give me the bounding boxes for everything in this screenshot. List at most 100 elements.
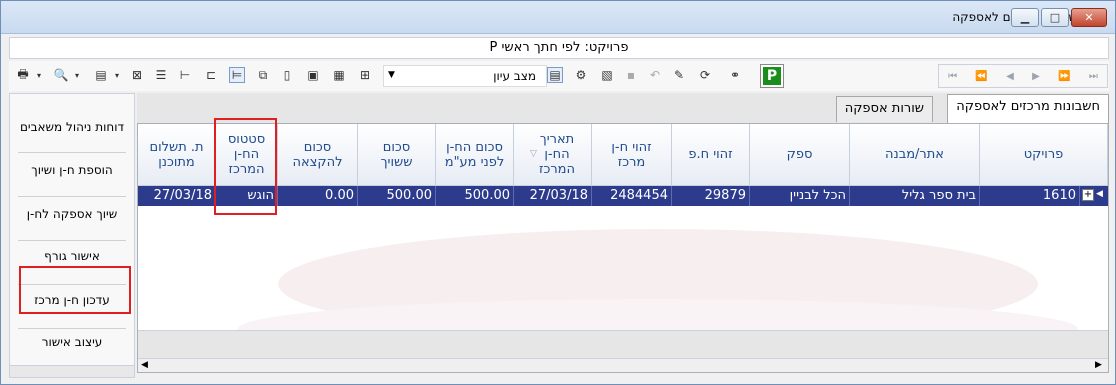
sidebar-item-label: אישור גורף bbox=[44, 249, 100, 263]
sidebar-item-label: עדכון ח-ן מרכז bbox=[34, 293, 110, 307]
record-navigator: ⏮ ⏪ ◀ ▶ ⏩ ⏭ bbox=[938, 64, 1108, 88]
cell-supplier-id: 29879 bbox=[672, 186, 750, 206]
last-record-icon[interactable]: ⏭ bbox=[1089, 71, 1098, 82]
header-label: סטטוס הח-ן המרכז bbox=[227, 132, 266, 177]
header-label: סכום להקצאה bbox=[292, 139, 343, 170]
column-header-invoice-id[interactable]: זהוי ח-ן מרכז bbox=[592, 124, 672, 186]
print-dropdown-icon[interactable]: ▾ bbox=[31, 67, 47, 83]
print-icon[interactable]: 🖶 bbox=[15, 67, 31, 83]
view-mode-select[interactable]: ▼ מצב עיון bbox=[383, 65, 547, 87]
cell-amount-to-allocate: 0.00 bbox=[278, 186, 358, 206]
document-icon[interactable]: ▣ bbox=[305, 67, 321, 83]
next-record-icon[interactable]: ▶ bbox=[1032, 71, 1040, 82]
sidebar-item-update-invoice[interactable]: עדכון ח-ן מרכז bbox=[10, 278, 134, 322]
sidebar-item-label: דוחות ניהול משאבים bbox=[19, 120, 125, 134]
header-label: ספק bbox=[786, 147, 813, 162]
tools-icon[interactable]: ✎ bbox=[671, 67, 687, 83]
sidebar-item-label: שיוך אספקה לח-ן bbox=[26, 207, 118, 221]
expand-row-icon[interactable]: + bbox=[1082, 189, 1094, 201]
header-label: סכום הח-ן לפני מע"מ bbox=[444, 139, 505, 170]
copy-icon[interactable]: ⧉ bbox=[255, 67, 271, 83]
horizontal-scrollbar[interactable]: ◀ ▶ bbox=[138, 358, 1108, 372]
scroll-right-icon[interactable]: ▶ bbox=[1095, 359, 1102, 372]
grid-summary-bar bbox=[138, 330, 1108, 358]
close-button[interactable]: ✕ bbox=[1071, 8, 1107, 27]
columns-icon[interactable]: ☰ bbox=[153, 67, 169, 83]
tab-supply-lines[interactable]: שורות אספקה bbox=[835, 96, 933, 122]
column-header-amount-linked[interactable]: סכום ששויך bbox=[358, 124, 436, 186]
prev-record-icon[interactable]: ◀ bbox=[1006, 71, 1014, 82]
calc-icon[interactable]: ▦ bbox=[331, 67, 347, 83]
column-header-supplier[interactable]: ספק bbox=[750, 124, 850, 186]
sidebar-item-label: עיצוב אישור bbox=[41, 335, 103, 349]
sidebar-item-bulk-approve[interactable]: אישור גורף bbox=[10, 234, 134, 278]
save-icon[interactable]: ▪ bbox=[623, 67, 639, 83]
preview-dropdown-icon[interactable]: ▾ bbox=[69, 67, 85, 83]
undo-icon[interactable]: ↶ bbox=[647, 67, 663, 83]
settings-doc-icon[interactable]: ⚙ bbox=[573, 67, 589, 83]
sidebar-item-approval-design[interactable]: עיצוב אישור bbox=[10, 320, 134, 364]
cell-status: הוגש bbox=[216, 186, 278, 206]
scroll-left-icon[interactable]: ◀ bbox=[141, 359, 148, 372]
column-header-payment-date[interactable]: ת. תשלום מתוכנן bbox=[138, 124, 216, 186]
maximize-button[interactable]: □ bbox=[1041, 8, 1069, 27]
p-label: P bbox=[763, 67, 781, 85]
cell-payment-date: 27/03/18 bbox=[138, 186, 216, 206]
table-row[interactable]: ◀ + 1610 בית ספר גליל הכל לבניין 29879 2… bbox=[138, 186, 1108, 206]
tab-label: חשבונות מרכזים לאספקה bbox=[956, 99, 1100, 114]
cell-amount-linked: 500.00 bbox=[358, 186, 436, 206]
sidebar-scrollbar[interactable] bbox=[10, 365, 134, 377]
cell-project: 1610 bbox=[980, 186, 1080, 206]
filter-icon[interactable]: ⊨ bbox=[229, 67, 245, 83]
preview-icon[interactable]: 🔍 bbox=[53, 67, 69, 83]
refresh-icon[interactable]: ⟳ bbox=[697, 67, 713, 83]
export-dropdown-icon[interactable]: ▾ bbox=[109, 67, 125, 83]
header-label: סכום ששויך bbox=[380, 139, 413, 170]
tree-icon[interactable]: ⊢ bbox=[177, 67, 193, 83]
actions-sidebar: דוחות ניהול משאבים הוספת ח-ן ושיוך שיוך … bbox=[9, 93, 135, 378]
column-header-status[interactable]: סטטוס הח-ן המרכז bbox=[216, 124, 278, 186]
sidebar-item-resource-reports[interactable]: דוחות ניהול משאבים bbox=[10, 105, 134, 149]
app-window: חשבונות מרכזים לאספקה ▁ □ ✕ פרויקט: לפי … bbox=[0, 0, 1116, 385]
cell-amount-before-vat: 500.00 bbox=[436, 186, 514, 206]
export-icon[interactable]: ▤ bbox=[93, 67, 109, 83]
cell-invoice-date: 27/03/18 bbox=[514, 186, 592, 206]
title-bar: חשבונות מרכזים לאספקה ▁ □ ✕ bbox=[1, 1, 1115, 34]
header-label: ת. תשלום מתוכנן bbox=[149, 139, 204, 170]
group-icon[interactable]: ⊏ bbox=[203, 67, 219, 83]
excel-icon[interactable]: ⊠ bbox=[129, 67, 145, 83]
header-label: פרויקט bbox=[1023, 147, 1064, 162]
sidebar-item-label: הוספת ח-ן ושיוך bbox=[31, 163, 113, 177]
tab-bar: חשבונות מרכזים לאספקה שורות אספקה bbox=[137, 93, 1109, 123]
next-page-icon[interactable]: ⏩ bbox=[1058, 71, 1070, 82]
p-button[interactable]: P bbox=[760, 64, 784, 88]
column-header-project[interactable]: פרויקט bbox=[980, 124, 1108, 186]
tab-central-invoices[interactable]: חשבונות מרכזים לאספקה bbox=[947, 94, 1109, 123]
first-record-icon[interactable]: ⏮ bbox=[948, 71, 957, 82]
column-header-supplier-id[interactable]: זהוי ח.פ bbox=[672, 124, 750, 186]
row-selector-icon: ◀ bbox=[1096, 189, 1103, 199]
view-mode-value: מצב עיון bbox=[493, 69, 536, 83]
column-header-amount-to-allocate[interactable]: סכום להקצאה bbox=[278, 124, 358, 186]
chevron-down-icon: ▼ bbox=[388, 70, 395, 80]
sidebar-item-add-invoice[interactable]: הוספת ח-ן ושיוך bbox=[10, 148, 134, 192]
sidebar-item-link-supply[interactable]: שיוך אספקה לח-ן bbox=[10, 192, 134, 236]
tab-label: שורות אספקה bbox=[844, 101, 924, 116]
binoculars-icon[interactable]: ⚭ bbox=[727, 67, 743, 83]
column-header-amount-before-vat[interactable]: סכום הח-ן לפני מע"מ bbox=[436, 124, 514, 186]
sort-icon: ▽ bbox=[530, 149, 537, 159]
minimize-icon: ▁ bbox=[1020, 11, 1030, 24]
toolbar: 🖶 ▾ 🔍 ▾ ▤ ▾ ⊠ ☰ ⊢ ⊏ ⊨ ⧉ ▯ ▣ ▦ ⊞ ▼ מצב עי… bbox=[9, 61, 1109, 91]
header-label: זהוי ח.פ bbox=[688, 147, 733, 162]
column-header-site[interactable]: אתר/מבנה bbox=[850, 124, 980, 186]
column-header-invoice-date[interactable]: תאריך הח-ן המרכז ▽ bbox=[514, 124, 592, 186]
new-doc-icon[interactable]: ▧ bbox=[599, 67, 615, 83]
report-icon[interactable]: ▤ bbox=[547, 67, 563, 83]
grid-settings-icon[interactable]: ⊞ bbox=[357, 67, 373, 83]
minimize-button[interactable]: ▁ bbox=[1011, 8, 1039, 27]
prev-page-icon[interactable]: ⏪ bbox=[975, 71, 987, 82]
header-label: תאריך הח-ן המרכז bbox=[538, 132, 575, 177]
close-icon: ✕ bbox=[1084, 11, 1094, 24]
header-label: זהוי ח-ן מרכז bbox=[611, 139, 652, 170]
page-icon[interactable]: ▯ bbox=[279, 67, 295, 83]
